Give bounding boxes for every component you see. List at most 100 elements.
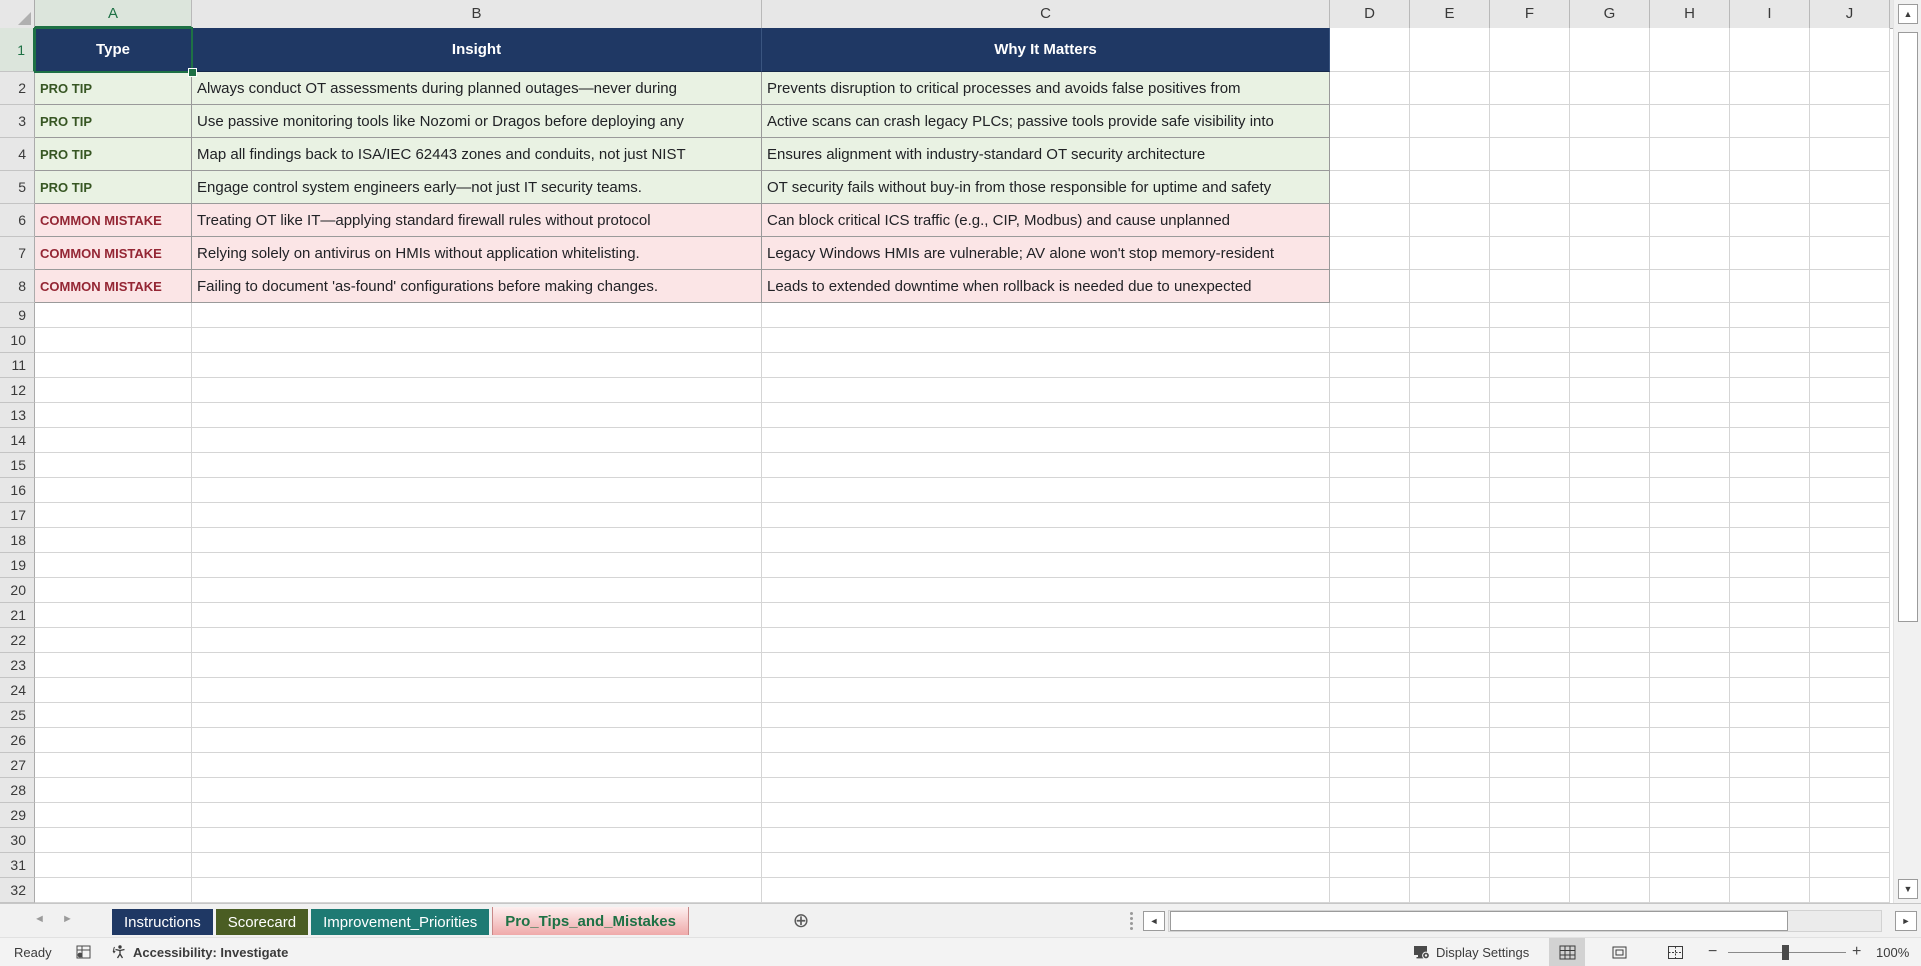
- cell-D26[interactable]: [1330, 728, 1410, 753]
- cell-I31[interactable]: [1730, 853, 1810, 878]
- cell-E24[interactable]: [1410, 678, 1490, 703]
- cell-E3[interactable]: [1410, 105, 1490, 138]
- cell-E25[interactable]: [1410, 703, 1490, 728]
- cell-F11[interactable]: [1490, 353, 1570, 378]
- accessibility-status[interactable]: Accessibility: Investigate: [112, 938, 288, 966]
- cell-J17[interactable]: [1810, 503, 1890, 528]
- normal-view-button[interactable]: [1549, 938, 1585, 966]
- column-header-B[interactable]: B: [192, 0, 762, 28]
- column-header-I[interactable]: I: [1730, 0, 1810, 28]
- cell-E18[interactable]: [1410, 528, 1490, 553]
- cell-F1[interactable]: [1490, 28, 1570, 72]
- cell-H8[interactable]: [1650, 270, 1730, 303]
- cell-E31[interactable]: [1410, 853, 1490, 878]
- cell-A30[interactable]: [35, 828, 192, 853]
- cell-B9[interactable]: [192, 303, 762, 328]
- cell-B10[interactable]: [192, 328, 762, 353]
- cell-E21[interactable]: [1410, 603, 1490, 628]
- cell-H13[interactable]: [1650, 403, 1730, 428]
- cell-D20[interactable]: [1330, 578, 1410, 603]
- cell-H19[interactable]: [1650, 553, 1730, 578]
- cell-J28[interactable]: [1810, 778, 1890, 803]
- cell-H16[interactable]: [1650, 478, 1730, 503]
- scroll-down-button[interactable]: ▼: [1898, 879, 1918, 899]
- vertical-scrollbar[interactable]: ▲ ▼: [1893, 0, 1921, 903]
- cell-D7[interactable]: [1330, 237, 1410, 270]
- cell-C32[interactable]: [762, 878, 1330, 903]
- row-header-24[interactable]: 24: [0, 678, 35, 703]
- cell-H4[interactable]: [1650, 138, 1730, 171]
- column-header-C[interactable]: C: [762, 0, 1330, 28]
- cell-I29[interactable]: [1730, 803, 1810, 828]
- cell-D18[interactable]: [1330, 528, 1410, 553]
- cell-J13[interactable]: [1810, 403, 1890, 428]
- cell-H18[interactable]: [1650, 528, 1730, 553]
- cell-B32[interactable]: [192, 878, 762, 903]
- cell-I17[interactable]: [1730, 503, 1810, 528]
- cell-J6[interactable]: [1810, 204, 1890, 237]
- fill-handle[interactable]: [188, 68, 197, 77]
- cell-C23[interactable]: [762, 653, 1330, 678]
- cell-I9[interactable]: [1730, 303, 1810, 328]
- cell-F28[interactable]: [1490, 778, 1570, 803]
- cell-D29[interactable]: [1330, 803, 1410, 828]
- cell-G32[interactable]: [1570, 878, 1650, 903]
- cell-G21[interactable]: [1570, 603, 1650, 628]
- cell-D3[interactable]: [1330, 105, 1410, 138]
- cell-B1[interactable]: Insight: [192, 28, 762, 72]
- scroll-up-button[interactable]: ▲: [1898, 4, 1918, 24]
- cell-G31[interactable]: [1570, 853, 1650, 878]
- cell-B31[interactable]: [192, 853, 762, 878]
- cell-H9[interactable]: [1650, 303, 1730, 328]
- row-header-12[interactable]: 12: [0, 378, 35, 403]
- cell-J30[interactable]: [1810, 828, 1890, 853]
- cell-A31[interactable]: [35, 853, 192, 878]
- cell-D23[interactable]: [1330, 653, 1410, 678]
- cell-C21[interactable]: [762, 603, 1330, 628]
- cell-D22[interactable]: [1330, 628, 1410, 653]
- cell-I15[interactable]: [1730, 453, 1810, 478]
- cell-J9[interactable]: [1810, 303, 1890, 328]
- cell-H28[interactable]: [1650, 778, 1730, 803]
- cell-J16[interactable]: [1810, 478, 1890, 503]
- cell-B5[interactable]: Engage control system engineers early—no…: [192, 171, 762, 204]
- column-header-E[interactable]: E: [1410, 0, 1490, 28]
- cell-F19[interactable]: [1490, 553, 1570, 578]
- row-header-32[interactable]: 32: [0, 878, 35, 903]
- cell-G30[interactable]: [1570, 828, 1650, 853]
- cell-C7[interactable]: Legacy Windows HMIs are vulnerable; AV a…: [762, 237, 1330, 270]
- cell-J10[interactable]: [1810, 328, 1890, 353]
- cell-G8[interactable]: [1570, 270, 1650, 303]
- cell-I12[interactable]: [1730, 378, 1810, 403]
- cell-E12[interactable]: [1410, 378, 1490, 403]
- cell-I21[interactable]: [1730, 603, 1810, 628]
- cell-A28[interactable]: [35, 778, 192, 803]
- column-header-D[interactable]: D: [1330, 0, 1410, 28]
- cell-C9[interactable]: [762, 303, 1330, 328]
- cell-G9[interactable]: [1570, 303, 1650, 328]
- cell-J1[interactable]: [1810, 28, 1890, 72]
- sheet-tab-scorecard[interactable]: Scorecard: [215, 909, 309, 935]
- cell-I11[interactable]: [1730, 353, 1810, 378]
- cell-C24[interactable]: [762, 678, 1330, 703]
- cell-H21[interactable]: [1650, 603, 1730, 628]
- cell-J18[interactable]: [1810, 528, 1890, 553]
- row-header-19[interactable]: 19: [0, 553, 35, 578]
- cell-F20[interactable]: [1490, 578, 1570, 603]
- cell-F18[interactable]: [1490, 528, 1570, 553]
- select-all-button[interactable]: [0, 0, 35, 28]
- zoom-slider-thumb[interactable]: [1782, 945, 1789, 960]
- sheet-tab-pro_tips_and_mistakes[interactable]: Pro_Tips_and_Mistakes: [492, 907, 689, 935]
- cell-G19[interactable]: [1570, 553, 1650, 578]
- cell-H12[interactable]: [1650, 378, 1730, 403]
- cell-E20[interactable]: [1410, 578, 1490, 603]
- cell-J29[interactable]: [1810, 803, 1890, 828]
- cell-A2[interactable]: PRO TIP: [35, 72, 192, 105]
- cell-F2[interactable]: [1490, 72, 1570, 105]
- cell-A5[interactable]: PRO TIP: [35, 171, 192, 204]
- cell-G16[interactable]: [1570, 478, 1650, 503]
- cell-I16[interactable]: [1730, 478, 1810, 503]
- cell-A8[interactable]: COMMON MISTAKE: [35, 270, 192, 303]
- cell-C16[interactable]: [762, 478, 1330, 503]
- cell-F22[interactable]: [1490, 628, 1570, 653]
